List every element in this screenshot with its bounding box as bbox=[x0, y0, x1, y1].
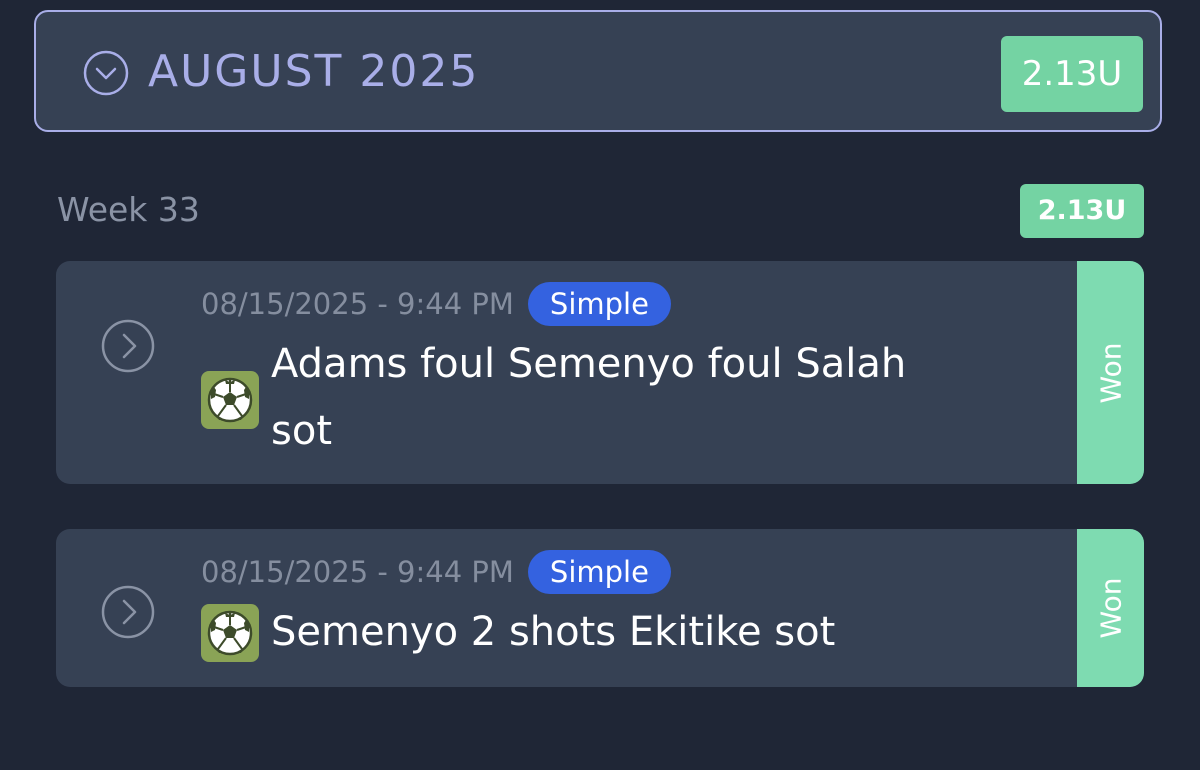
bet-meta: 08/15/2025 - 9:44 PM Simple bbox=[201, 550, 671, 594]
soccer-ball-icon bbox=[201, 604, 259, 662]
bet-type-badge: Simple bbox=[527, 282, 671, 326]
bet-title: Adams foul Semenyo foul Salah sot bbox=[271, 341, 907, 454]
bet-type-badge: Simple bbox=[527, 550, 671, 594]
week-label: Week 33 bbox=[57, 190, 200, 229]
bet-card[interactable]: 08/15/2025 - 9:44 PM Simple Adams foul S… bbox=[56, 261, 1144, 484]
month-title: AUGUST 2025 bbox=[148, 46, 480, 97]
bet-datetime: 08/15/2025 - 9:44 PM bbox=[201, 555, 514, 589]
chevron-right-circle-icon[interactable] bbox=[100, 584, 156, 640]
status-strip: Won bbox=[1077, 529, 1144, 687]
status-strip: Won bbox=[1077, 261, 1144, 484]
bet-title: Semenyo 2 shots Ekitike sot bbox=[271, 609, 836, 655]
bet-status: Won bbox=[1094, 342, 1127, 403]
bet-status: Won bbox=[1094, 577, 1127, 639]
week-total-badge: 2.13U bbox=[1020, 184, 1144, 238]
bet-card[interactable]: 08/15/2025 - 9:44 PM Simple Semenyo 2 sh… bbox=[56, 529, 1144, 687]
month-header[interactable]: AUGUST 2025 2.13U bbox=[34, 10, 1162, 132]
chevron-right-circle-icon[interactable] bbox=[100, 318, 156, 374]
bet-datetime: 08/15/2025 - 9:44 PM bbox=[201, 287, 514, 321]
bet-meta: 08/15/2025 - 9:44 PM Simple bbox=[201, 282, 671, 326]
chevron-down-circle-icon[interactable] bbox=[83, 50, 129, 96]
month-total-badge: 2.13U bbox=[1001, 36, 1143, 112]
soccer-ball-icon bbox=[201, 371, 259, 429]
